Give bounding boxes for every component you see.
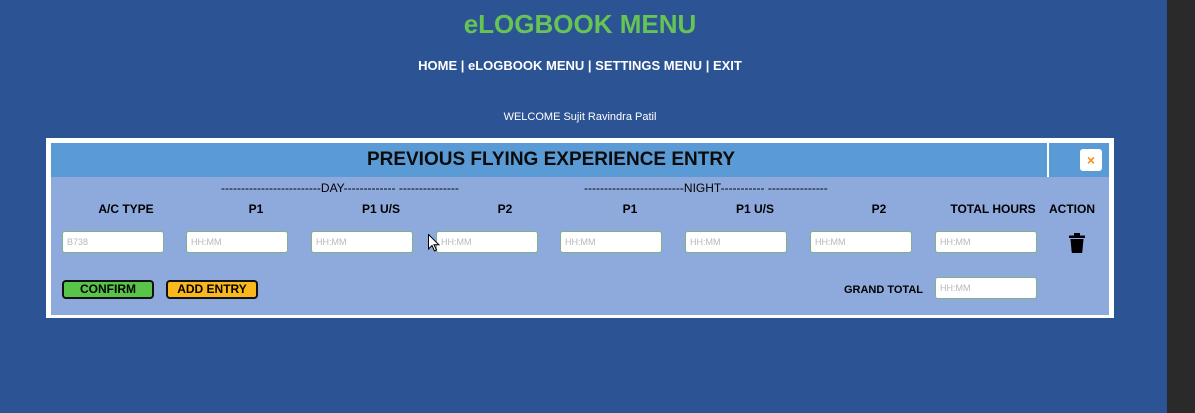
column-header-day-p2: P2 bbox=[497, 202, 513, 216]
nav-home-link[interactable]: HOME bbox=[418, 58, 457, 73]
add-entry-button[interactable]: ADD ENTRY bbox=[166, 280, 258, 299]
column-header-day-p1: P1 bbox=[248, 202, 264, 216]
night-p1-input[interactable] bbox=[560, 231, 662, 253]
column-header-total-hours: TOTAL HOURS bbox=[950, 202, 1036, 216]
trash-icon[interactable] bbox=[1068, 233, 1086, 253]
day-p1us-input[interactable] bbox=[311, 231, 413, 253]
nav-elogbook-link[interactable]: eLOGBOOK MENU bbox=[468, 58, 584, 73]
column-header-night-p2: P2 bbox=[871, 202, 887, 216]
grand-total-label: GRAND TOTAL bbox=[843, 284, 923, 296]
day-group-label: -------------------------DAY------------… bbox=[221, 181, 459, 195]
nav-exit-link[interactable]: EXIT bbox=[713, 58, 742, 73]
welcome-message: WELCOME Sujit Ravindra Patil bbox=[503, 111, 657, 123]
nav-separator: | bbox=[584, 58, 596, 73]
column-header-action: ACTION bbox=[1049, 202, 1095, 216]
column-header-day-p1us: P1 U/S bbox=[361, 202, 400, 216]
right-edge-strip bbox=[1167, 0, 1195, 413]
confirm-button[interactable]: CONFIRM bbox=[62, 280, 154, 299]
night-group-label: -------------------------NIGHT----------… bbox=[584, 181, 828, 195]
nav-separator: | bbox=[457, 58, 468, 73]
night-p1us-input[interactable] bbox=[685, 231, 787, 253]
dialog-header: PREVIOUS FLYING EXPERIENCE ENTRY × bbox=[51, 143, 1109, 177]
dialog-title: PREVIOUS FLYING EXPERIENCE ENTRY bbox=[366, 149, 736, 170]
nav-settings-link[interactable]: SETTINGS MENU bbox=[595, 58, 702, 73]
flying-experience-dialog: PREVIOUS FLYING EXPERIENCE ENTRY × -----… bbox=[46, 138, 1114, 318]
dialog-body: PREVIOUS FLYING EXPERIENCE ENTRY × -----… bbox=[51, 143, 1109, 315]
grand-total-input[interactable] bbox=[935, 277, 1037, 299]
mouse-cursor-icon bbox=[428, 234, 440, 252]
night-p2-input[interactable] bbox=[810, 231, 912, 253]
close-icon[interactable]: × bbox=[1080, 149, 1102, 171]
day-p1-input[interactable] bbox=[186, 231, 288, 253]
nav-separator: | bbox=[702, 58, 713, 73]
total-hours-input[interactable] bbox=[935, 231, 1037, 253]
ac-type-input[interactable] bbox=[62, 231, 164, 253]
column-header-night-p1us: P1 U/S bbox=[735, 202, 774, 216]
column-header-night-p1: P1 bbox=[622, 202, 638, 216]
day-p2-input[interactable] bbox=[436, 231, 538, 253]
column-header-ac-type: A/C TYPE bbox=[98, 202, 154, 216]
page-title: eLOGBOOK MENU bbox=[463, 9, 697, 39]
header-divider bbox=[1047, 143, 1049, 177]
top-navigation: HOME | eLOGBOOK MENU | SETTINGS MENU | E… bbox=[0, 58, 1160, 74]
